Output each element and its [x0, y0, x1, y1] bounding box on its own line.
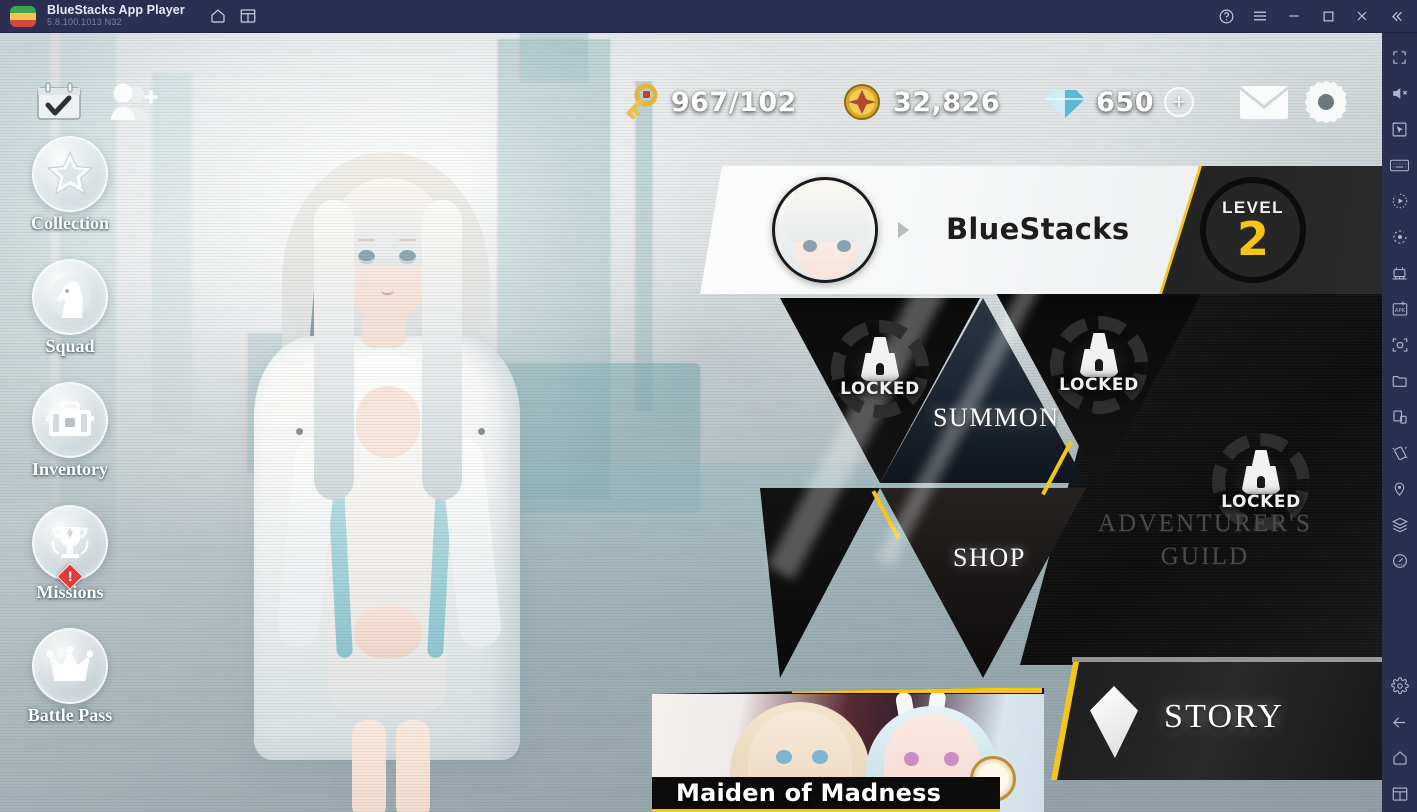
location-pin-icon[interactable] — [1382, 471, 1417, 507]
calendar-check-icon — [37, 82, 81, 120]
cursor-pointer-icon[interactable] — [1382, 111, 1417, 147]
help-icon[interactable] — [1209, 0, 1243, 33]
locked-badge-top: LOCKED — [1050, 316, 1148, 414]
menu-inventory-label: Inventory — [32, 459, 108, 479]
gear-icon — [1300, 77, 1352, 127]
diamond-gem-icon — [1090, 686, 1138, 758]
menu-squad-label: Squad — [45, 336, 95, 356]
fullscreen-icon[interactable] — [1382, 39, 1417, 75]
minimize-icon[interactable] — [1277, 0, 1311, 33]
tile-dark-left-fill — [760, 488, 880, 678]
level-value: 2 — [1236, 211, 1269, 266]
crown-icon — [32, 628, 108, 704]
left-menu: Collection Squad Inventory ! Missions Ba… — [22, 136, 118, 751]
titlebar-left-icons — [203, 0, 263, 33]
briefcase-icon — [32, 382, 108, 458]
gold-value: 32,826 — [892, 86, 1001, 118]
avatar[interactable] — [772, 177, 878, 283]
app-version: 5.8.100.1013 N32 — [47, 17, 122, 28]
hamburger-menu-icon[interactable] — [1243, 0, 1277, 33]
copy-window-icon[interactable] — [1382, 399, 1417, 435]
screenshot-icon[interactable] — [1382, 327, 1417, 363]
diamond-icon — [1042, 79, 1088, 125]
gold-coin-icon — [839, 79, 885, 125]
knight-chess-icon — [32, 259, 108, 335]
shake-tilt-icon[interactable] — [1382, 435, 1417, 471]
install-apk-icon[interactable]: APK — [1382, 291, 1417, 327]
menu-squad[interactable]: Squad — [22, 259, 118, 357]
gem-resource[interactable]: 650 + — [1042, 79, 1194, 125]
padlock-icon — [1079, 333, 1119, 377]
collapse-sidebar-icon[interactable] — [1379, 0, 1413, 33]
key-value: 967/102 — [670, 86, 797, 118]
locked-label-left: LOCKED — [840, 379, 920, 399]
macro-recorder-icon[interactable] — [1382, 183, 1417, 219]
multi-instance-sync-icon[interactable] — [1382, 255, 1417, 291]
chevron-right-icon — [898, 222, 909, 238]
settings-button[interactable] — [1300, 77, 1360, 127]
multi-instance-icon[interactable] — [233, 0, 263, 33]
key-resource[interactable]: 967/102 — [617, 79, 797, 125]
home-icon[interactable] — [203, 0, 233, 33]
add-friend-icon — [111, 83, 158, 120]
add-gems-button[interactable]: + — [1164, 87, 1194, 117]
story-top-highlight — [1072, 657, 1382, 662]
app-title-block: BlueStacks App Player 5.8.100.1013 N32 — [47, 4, 185, 28]
level-badge: LEVEL 2 — [1200, 177, 1306, 283]
resource-bar: 967/102 32,826 650 + — [617, 77, 1360, 127]
gold-resource[interactable]: 32,826 — [839, 79, 1000, 125]
titlebar-right-icons — [1209, 0, 1417, 33]
app-title: BlueStacks App Player — [47, 3, 185, 18]
locked-badge-left: LOCKED — [831, 320, 929, 418]
game-top-left-buttons — [30, 77, 162, 127]
rotate-screen-icon[interactable] — [1382, 219, 1417, 255]
mute-icon[interactable] — [1382, 75, 1417, 111]
guild-label-line1: ADVENTURER'S — [1097, 510, 1313, 537]
daily-checkin-button[interactable] — [30, 77, 88, 127]
menu-missions[interactable]: ! Missions — [22, 505, 118, 603]
story-button[interactable]: STORY — [1056, 662, 1382, 780]
back-arrow-icon[interactable] — [1382, 704, 1417, 740]
mail-button[interactable] — [1236, 78, 1300, 126]
player-name: BlueStacks — [946, 212, 1130, 246]
player-profile-panel[interactable]: BlueStacks LEVEL 2 — [700, 166, 1382, 294]
settings-gear-icon[interactable] — [1382, 668, 1417, 704]
friends-button[interactable] — [104, 77, 162, 127]
android-home-icon[interactable] — [1382, 740, 1417, 776]
key-icon — [617, 79, 663, 125]
menu-inventory[interactable]: Inventory — [22, 382, 118, 480]
bluestacks-sidebar: APK — [1382, 33, 1417, 812]
performance-gauge-icon[interactable] — [1382, 543, 1417, 579]
svg-text:APK: APK — [1394, 308, 1405, 314]
star-emblem-icon — [32, 136, 108, 212]
padlock-icon — [860, 337, 900, 381]
menu-tile-grid: LOCKED LOCKED LOCKED SUMMON SHOP ADVENTU… — [700, 178, 1382, 678]
close-icon[interactable] — [1345, 0, 1379, 33]
event-banner[interactable]: Maiden of Madness — [652, 688, 1044, 812]
recent-apps-icon[interactable] — [1382, 776, 1417, 812]
media-folder-icon[interactable] — [1382, 363, 1417, 399]
guild-label-line2: GUILD — [1160, 543, 1250, 570]
missions-alert-label: ! — [68, 568, 73, 585]
banner-title: Maiden of Madness — [676, 779, 942, 807]
gem-value: 650 — [1096, 86, 1154, 118]
padlock-icon — [1241, 450, 1281, 494]
envelope-icon — [1236, 78, 1292, 126]
maximize-icon[interactable] — [1311, 0, 1345, 33]
menu-collection-label: Collection — [31, 213, 109, 233]
menu-collection[interactable]: Collection — [22, 136, 118, 234]
bluestacks-window: BlueStacks App Player 5.8.100.1013 N32 9… — [0, 0, 1417, 812]
story-label: STORY — [1164, 698, 1284, 735]
summon-label: SUMMON — [933, 403, 1060, 432]
shop-label: SHOP — [953, 543, 1026, 572]
disk-layers-icon[interactable] — [1382, 507, 1417, 543]
bluestacks-logo-icon — [10, 5, 36, 27]
title-bar: BlueStacks App Player 5.8.100.1013 N32 — [0, 0, 1417, 33]
locked-label-top: LOCKED — [1059, 375, 1139, 395]
keyboard-controls-icon[interactable] — [1382, 147, 1417, 183]
menu-battlepass[interactable]: Battle Pass — [22, 628, 118, 726]
menu-battlepass-label: Battle Pass — [27, 705, 113, 725]
character-portrait — [236, 138, 536, 812]
